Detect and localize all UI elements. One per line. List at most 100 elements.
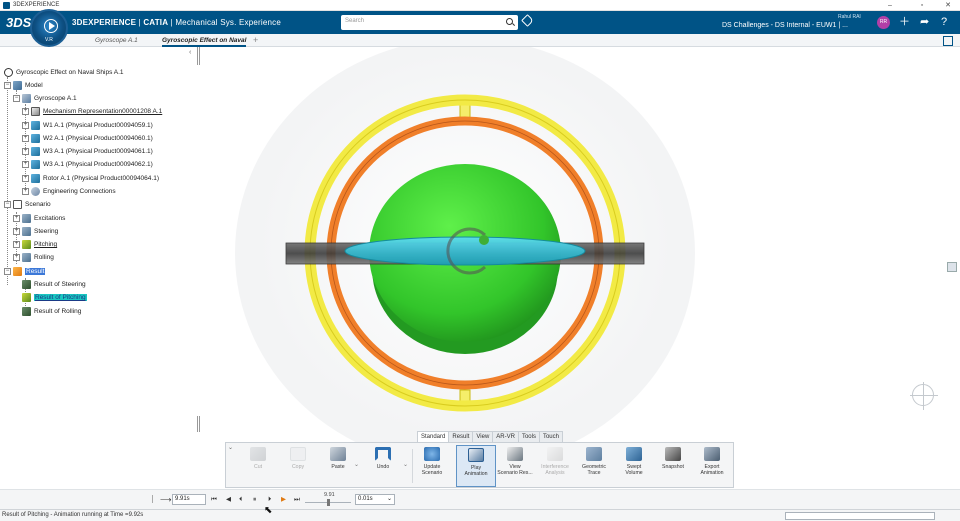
tab-result[interactable]: Result [448,431,474,442]
tree-node-model[interactable]: − Model [4,80,43,91]
compass[interactable]: V.R [30,9,68,47]
expand-icon[interactable]: + [13,241,20,248]
fullscreen-icon[interactable] [943,36,953,46]
expand-icon[interactable]: + [13,228,20,235]
pitching-icon [22,240,31,249]
expand-icon[interactable]: + [13,254,20,261]
minimize-button[interactable]: – [880,0,900,11]
collapse-tree-icon[interactable]: ‹ [189,49,191,56]
tree-node-w2[interactable]: + W2 A.1 (Physical Product00094060.1) [22,133,153,144]
play-backward-icon[interactable]: ◀ [226,495,231,504]
player-handle[interactable] [152,495,155,503]
tree-node-gyroscope[interactable]: − Gyroscope A.1 [13,93,77,104]
interference-analysis-button[interactable]: Interference Analysis [535,445,575,487]
tree-splitter[interactable] [197,47,200,65]
jump-to-start-icon[interactable]: ⏮ [211,495,217,504]
update-scenario-button[interactable]: Update Scenario [412,445,452,487]
tab-view[interactable]: View [472,431,494,442]
collapse-icon[interactable]: − [13,95,20,102]
tree-node-result-steering[interactable]: Result of Steering [22,279,86,290]
tree-splitter-bottom[interactable] [197,416,200,432]
copy-button[interactable]: Copy [278,445,318,487]
step-forward-icon[interactable]: ⏵ [268,495,271,504]
pause-icon[interactable]: ⏸ [253,495,256,504]
tag-icon[interactable] [521,14,534,27]
top-bar: 3DS 3DEXPERIENCE | CATIA | Mechanical Sy… [0,11,960,34]
tab-standard[interactable]: Standard [417,431,450,442]
add-tab-icon[interactable]: + [253,34,258,46]
play-forward-icon[interactable]: ▶ [281,495,286,504]
compass-play-icon[interactable] [44,19,58,33]
step-backward-icon[interactable]: ⏴ [239,495,242,504]
tab-ar-vr[interactable]: AR-VR [492,431,519,442]
cut-button[interactable]: Cut [238,445,278,487]
tree-node-result[interactable]: − Result [4,266,46,277]
tree-node-root[interactable]: Gyroscopic Effect on Naval Ships A.1 [4,67,124,78]
expand-icon[interactable]: + [22,122,29,129]
tree-node-mechanism[interactable]: + Mechanism Representation00001208 A.1 [22,106,162,117]
tree-node-rotor[interactable]: + Rotor A.1 (Physical Product00094064.1) [22,173,159,184]
time-field[interactable]: 9.91s [172,494,206,505]
search-box[interactable]: Search [341,15,518,30]
tree-node-scenario[interactable]: − Scenario [4,199,51,210]
expand-icon[interactable]: + [22,175,29,182]
undo-button[interactable]: Undo [363,445,403,487]
tab-gyroscopic-effect[interactable]: Gyroscopic Effect on Naval [162,34,247,47]
expand-icon[interactable]: + [22,188,29,195]
export-icon [704,447,720,461]
tree-node-w3b[interactable]: + W3 A.1 (Physical Product00094062.1) [22,159,153,170]
tree-node-excitations[interactable]: + Excitations [13,213,65,224]
expand-icon[interactable]: + [22,108,29,115]
jump-to-end-icon[interactable]: ⏭ [294,495,300,504]
search-input[interactable]: Search [345,18,364,24]
time-step-select[interactable]: 0.01s ⌄ [355,494,395,505]
tree-node-result-rolling[interactable]: Result of Rolling [22,306,81,317]
gyroscope-model[interactable] [202,38,960,489]
plus-icon[interactable]: ＋ [899,15,910,29]
undo-dropdown-icon[interactable]: ⌄ [403,461,408,468]
tree-node-pitching[interactable]: + Pitching [13,239,57,250]
tree-label: Excitations [34,215,66,222]
geometric-trace-button[interactable]: Geometric Trace [574,445,614,487]
expand-icon[interactable]: + [13,215,20,222]
copy-icon [290,447,306,461]
collapse-icon[interactable]: − [4,82,11,89]
view-scenario-results-button[interactable]: View Scenario Res... [495,445,535,487]
time-slider-thumb[interactable] [326,499,330,506]
collapse-icon[interactable]: − [4,268,11,275]
tree-label: Result [25,268,46,275]
play-animation-button[interactable]: Play Animation [456,445,496,487]
result-item-icon [22,280,31,289]
tab-gyroscope[interactable]: Gyroscope A.1 [95,34,138,47]
tree-node-engineering-connections[interactable]: + Engineering Connections [22,186,116,197]
tree-node-w3[interactable]: + W3 A.1 (Physical Product00094061.1) [22,146,153,157]
expand-icon[interactable]: + [22,161,29,168]
avatar[interactable]: RR [877,16,890,29]
swept-volume-button[interactable]: Swept Volume [614,445,654,487]
search-icon[interactable] [506,18,513,25]
paste-button[interactable]: Paste [318,445,358,487]
tree-node-w1[interactable]: + W1 A.1 (Physical Product00094059.1) [22,120,153,131]
tree-node-rolling[interactable]: + Rolling [13,252,54,263]
tab-tools[interactable]: Tools [517,431,540,442]
tree-node-steering[interactable]: + Steering [13,226,58,237]
maximize-button[interactable]: ▫ [912,0,932,11]
snapshot-button[interactable]: Snapshot [653,445,693,487]
robot-compass-icon[interactable] [910,382,938,410]
chevron-down-icon[interactable]: ⌄ [228,444,233,451]
export-animation-button[interactable]: Export Animation [692,445,732,487]
expand-icon[interactable]: + [22,135,29,142]
tree-node-result-pitching[interactable]: Result of Pitching [22,292,87,303]
root-icon [4,68,13,77]
panel-toggle-icon[interactable] [947,262,957,272]
expand-icon[interactable]: + [22,148,29,155]
close-button[interactable]: ✕ [938,0,958,11]
collab-space-selector[interactable]: DS Challenges - DS Internal - EUW1 | ... [722,22,848,29]
share-icon[interactable]: ➦ [920,15,929,29]
paste-dropdown-icon[interactable]: ⌄ [354,461,359,468]
trace-label: Geometric Trace [582,464,606,476]
tab-touch[interactable]: Touch [538,431,563,442]
help-icon[interactable]: ? [941,15,947,29]
collapse-icon[interactable]: − [4,201,11,208]
3d-viewport[interactable] [202,38,960,489]
